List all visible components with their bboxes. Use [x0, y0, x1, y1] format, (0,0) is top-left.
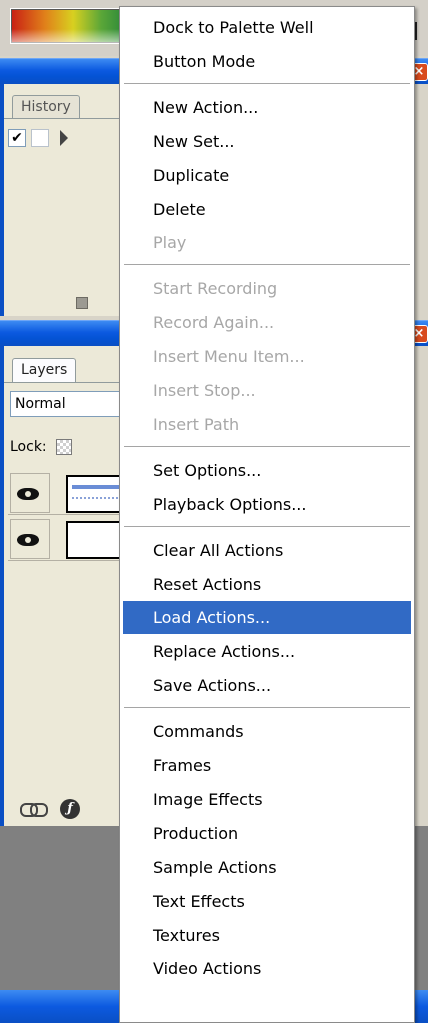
- menu-item-reset-actions[interactable]: Reset Actions: [123, 568, 411, 601]
- menu-item-textures[interactable]: Textures: [123, 919, 411, 952]
- link-icon[interactable]: [20, 803, 48, 817]
- menu-item-duplicate[interactable]: Duplicate: [123, 159, 411, 192]
- menu-item-text-effects[interactable]: Text Effects: [123, 885, 411, 918]
- eye-icon: [17, 488, 39, 500]
- visibility-toggle[interactable]: [10, 473, 50, 513]
- check-icon: ✔: [11, 130, 23, 146]
- tab-layers-label: Layers: [21, 362, 68, 378]
- eye-icon: [17, 534, 39, 546]
- tab-layers[interactable]: Layers: [12, 358, 77, 382]
- menu-item-insert-path: Insert Path: [153, 414, 240, 434]
- menu-separator: [124, 707, 410, 710]
- menu-item-button-mode[interactable]: Button Mode: [123, 45, 411, 78]
- blend-mode-select[interactable]: Normal: [10, 391, 125, 417]
- visibility-toggle[interactable]: [10, 519, 50, 559]
- menu-item-save-actions[interactable]: Save Actions...: [123, 669, 411, 702]
- menu-item-insert-menu-item: Insert Menu Item...: [153, 347, 305, 367]
- menu-item-set-options[interactable]: Set Options...: [123, 454, 411, 487]
- tab-history-label: History: [21, 99, 71, 115]
- menu-item-production[interactable]: Production: [123, 817, 411, 850]
- menu-item-insert-stop: Insert Stop...: [153, 381, 256, 400]
- menu-item-video-actions[interactable]: Video Actions: [123, 952, 411, 985]
- layers-scrollbar[interactable]: [414, 346, 428, 826]
- fx-icon[interactable]: ƒ: [60, 799, 80, 819]
- actions-palette-menu: Dock to Palette Well Button Mode New Actio…: [119, 6, 415, 1023]
- photoshop-window: × History ✔ × Layers Normal Lock: ƒ Dock…: [0, 0, 428, 1023]
- menu-item-start-recording: Start Recording: [153, 279, 278, 299]
- color-ramp-swatch[interactable]: [10, 8, 125, 44]
- menu-item-record-again: Record Again...: [153, 313, 275, 333]
- dialog-toggle-box[interactable]: [31, 129, 49, 147]
- menu-item-commands[interactable]: Commands: [123, 715, 411, 748]
- menu-item-replace-actions[interactable]: Replace Actions...: [123, 635, 411, 668]
- expand-triangle-icon[interactable]: [60, 130, 68, 146]
- menu-item-dock-to-palette-well[interactable]: Dock to Palette Well: [123, 11, 411, 44]
- layers-footer: ƒ: [8, 795, 128, 823]
- history-scrollbar[interactable]: [414, 84, 428, 316]
- menu-item-new-action[interactable]: New Action...: [123, 91, 411, 124]
- action-toggle-checkbox[interactable]: ✔: [8, 129, 26, 147]
- stop-icon[interactable]: [76, 297, 88, 309]
- thumbnail-bar: [72, 485, 122, 489]
- lock-transparency-icon[interactable]: [56, 439, 72, 455]
- menu-item-delete[interactable]: Delete: [123, 193, 411, 226]
- lock-label: Lock:: [10, 439, 47, 455]
- blend-mode-value: Normal: [15, 396, 66, 412]
- menu-separator: [124, 445, 410, 448]
- menu-item-image-effects[interactable]: Image Effects: [123, 783, 411, 816]
- menu-item-frames[interactable]: Frames: [123, 749, 411, 782]
- menu-separator: [124, 82, 410, 85]
- menu-separator: [124, 264, 410, 267]
- menu-item-new-set[interactable]: New Set...: [123, 125, 411, 158]
- tab-history[interactable]: History: [12, 95, 80, 119]
- menu-item-clear-all-actions[interactable]: Clear All Actions: [123, 534, 411, 567]
- menu-item-playback-options[interactable]: Playback Options...: [123, 488, 411, 521]
- menu-item-play: Play: [153, 233, 187, 253]
- thumbnail-dots: [72, 497, 122, 499]
- menu-separator: [124, 525, 410, 528]
- menu-item-sample-actions[interactable]: Sample Actions: [123, 851, 411, 884]
- menu-item-load-actions[interactable]: Load Actions...: [123, 601, 411, 635]
